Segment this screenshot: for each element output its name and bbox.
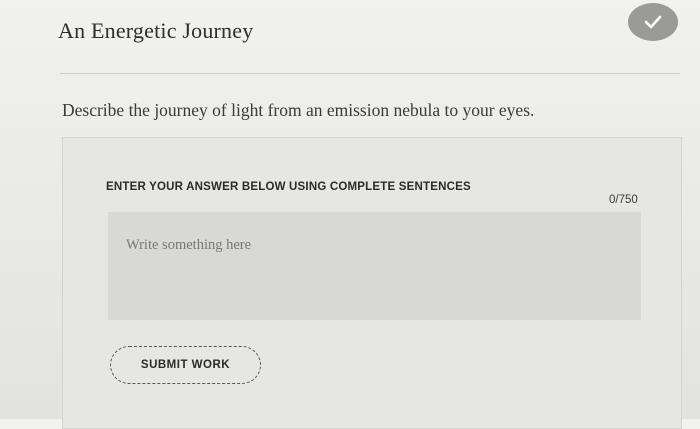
completion-badge[interactable] — [628, 3, 678, 41]
check-icon — [644, 15, 662, 29]
title-divider — [60, 73, 680, 74]
answer-instruction: ENTER YOUR ANSWER BELOW USING COMPLETE S… — [106, 181, 471, 193]
submit-work-button[interactable]: SUBMIT WORK — [110, 346, 261, 384]
answer-card: ENTER YOUR ANSWER BELOW USING COMPLETE S… — [62, 137, 682, 429]
question-prompt: Describe the journey of light from an em… — [62, 100, 535, 120]
page-title: An Energetic Journey — [58, 18, 254, 43]
answer-input[interactable] — [108, 212, 641, 320]
character-count: 0/750 — [609, 194, 638, 206]
